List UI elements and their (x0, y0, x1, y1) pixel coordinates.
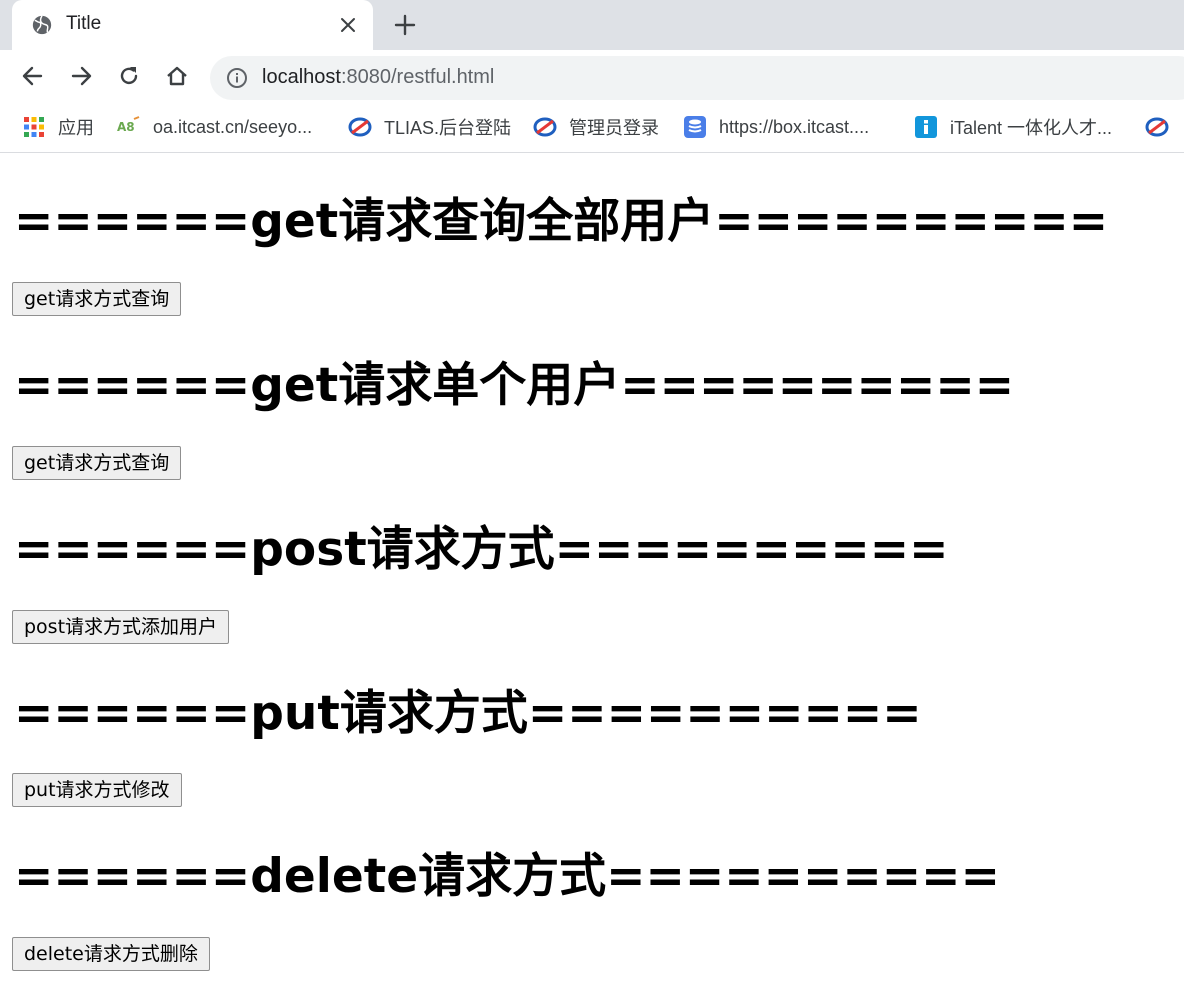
bookmark-truncated[interactable] (1145, 112, 1181, 142)
tab-title: Title (66, 13, 102, 34)
home-icon[interactable] (164, 63, 190, 89)
bookmark-label: iTalent 一体化人才... (950, 118, 1113, 138)
tlias-logo-icon (348, 117, 372, 137)
browser-tab[interactable]: Title (12, 0, 373, 50)
bookmark-label: 管理员登录 (569, 118, 659, 138)
bookmark-tlias[interactable]: TLIAS.后台登陆 (348, 112, 511, 142)
url-text[interactable]: localhost:8080/restful.html (262, 66, 494, 89)
bookmark-italent[interactable]: iTalent 一体化人才... (914, 112, 1112, 142)
tab-strip: Title (0, 0, 1184, 50)
bookmark-label: TLIAS.后台登陆 (384, 118, 512, 138)
bookmark-admin-login[interactable]: 管理员登录 (533, 112, 659, 142)
close-icon[interactable] (339, 16, 357, 34)
url-host: localhost (262, 66, 341, 88)
bookmark-label: oa.itcast.cn/seeyo... (153, 116, 313, 137)
bookmarks-bar: 应用 A8 oa.itcast.cn/seeyo... TLIAS.后台登陆 管… (0, 102, 1184, 153)
new-tab-icon[interactable] (393, 13, 417, 37)
get-all-users-button[interactable]: get请求方式查询 (12, 282, 182, 316)
section-heading-delete: ======delete请求方式========== (14, 849, 1000, 904)
globe-icon (32, 15, 52, 35)
get-single-user-button[interactable]: get请求方式查询 (12, 446, 182, 480)
bookmark-label: https://box.itcast.... (719, 116, 870, 137)
box-database-icon (684, 116, 706, 138)
seeyon-logo-icon: A8 (117, 116, 140, 134)
bookmark-label: 应用 (58, 118, 94, 138)
address-bar[interactable]: localhost:8080/restful.html (210, 56, 1184, 100)
tlias-logo-icon (533, 117, 557, 137)
browser-toolbar: localhost:8080/restful.html (0, 50, 1184, 102)
section-heading-get-all: ======get请求查询全部用户========== (14, 194, 1109, 249)
info-icon[interactable] (226, 67, 248, 89)
italent-info-icon (915, 116, 937, 138)
delete-button[interactable]: delete请求方式删除 (12, 937, 210, 971)
tlias-logo-icon (1145, 117, 1169, 137)
put-update-button[interactable]: put请求方式修改 (12, 773, 182, 807)
forward-arrow-icon[interactable] (68, 63, 94, 89)
section-heading-post: ======post请求方式========== (14, 522, 949, 577)
reload-icon[interactable] (116, 63, 142, 89)
section-heading-get-one: ======get请求单个用户========== (14, 358, 1015, 413)
url-path: :8080/restful.html (340, 66, 495, 88)
post-add-user-button[interactable]: post请求方式添加用户 (12, 610, 230, 644)
svg-text:A8: A8 (117, 120, 135, 134)
bookmark-oa-itcast[interactable]: A8 oa.itcast.cn/seeyo... (117, 112, 312, 142)
apps-grid-icon (24, 117, 44, 137)
back-arrow-icon[interactable] (20, 63, 46, 89)
section-heading-put: ======put请求方式========== (14, 686, 922, 741)
bookmark-apps[interactable]: 应用 (22, 112, 94, 142)
bookmark-box-itcast[interactable]: https://box.itcast.... (683, 112, 869, 142)
